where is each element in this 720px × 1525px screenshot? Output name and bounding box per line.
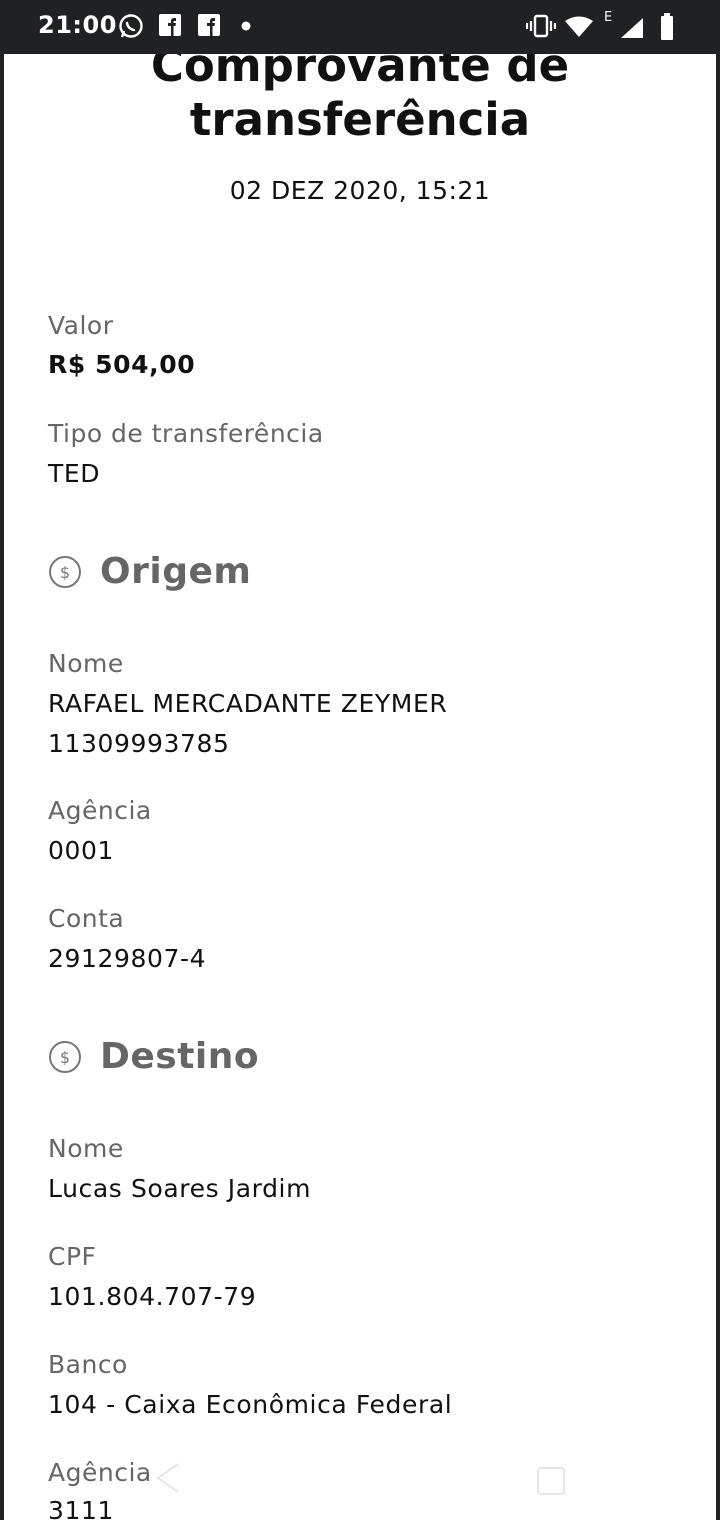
tipo-label: Tipo de transferência [48,419,324,448]
origem-nome-label: Nome [48,649,124,678]
destino-cpf-value: 101.804.707-79 [48,1282,257,1311]
origem-nome-value: RAFAEL MERCADANTE ZEYMER [48,689,448,718]
origem-nome-id: 11309993785 [48,729,230,758]
money-circle-icon: $ [49,555,81,588]
origem-agencia-label: Agência [48,796,152,825]
vibrate-icon [526,14,556,38]
origem-title: Origem [100,551,252,592]
signal-icon [621,18,643,38]
origem-conta-label: Conta [48,904,125,933]
destino-section-header: $ Destino [48,1036,259,1077]
dot-icon [241,21,251,31]
svg-text:$: $ [60,563,70,582]
page-title-line2: transferência [189,93,531,146]
tipo-value: TED [48,459,101,488]
destino-agencia-value: 3111 [48,1496,115,1525]
network-type-label: E [604,10,613,25]
destino-nome-value: Lucas Soares Jardim [48,1174,312,1203]
status-time: 21:00 [38,11,117,39]
origem-conta-value: 29129807-4 [48,944,207,973]
recents-nav-icon[interactable] [536,1466,566,1496]
screen-border-right [716,54,720,1520]
screen-border-left [0,54,4,1520]
facebook-icon [159,14,181,36]
whatsapp-icon [119,14,143,38]
destino-nome-label: Nome [48,1134,124,1163]
origem-agencia-value: 0001 [48,836,115,865]
valor-value: R$ 504,00 [48,350,196,379]
wifi-icon [565,16,593,37]
facebook-icon [198,14,220,36]
destino-agencia-label: Agência [48,1458,152,1487]
receipt-screen: Comprovante de transferência 02 DEZ 2020… [0,0,720,1525]
origem-section-header: $ Origem [48,551,251,592]
destino-title: Destino [100,1036,260,1077]
destino-banco-label: Banco [48,1350,128,1379]
transfer-datetime: 02 DEZ 2020, 15:21 [229,176,491,205]
destino-cpf-label: CPF [48,1242,97,1271]
battery-icon [661,13,673,40]
money-circle-icon: $ [49,1040,81,1073]
destino-banco-value: 104 - Caixa Econômica Federal [48,1390,453,1419]
back-nav-icon[interactable] [150,1460,184,1496]
status-bar: 21:00 E [0,0,720,54]
svg-text:$: $ [60,1048,70,1067]
valor-label: Valor [48,311,114,340]
